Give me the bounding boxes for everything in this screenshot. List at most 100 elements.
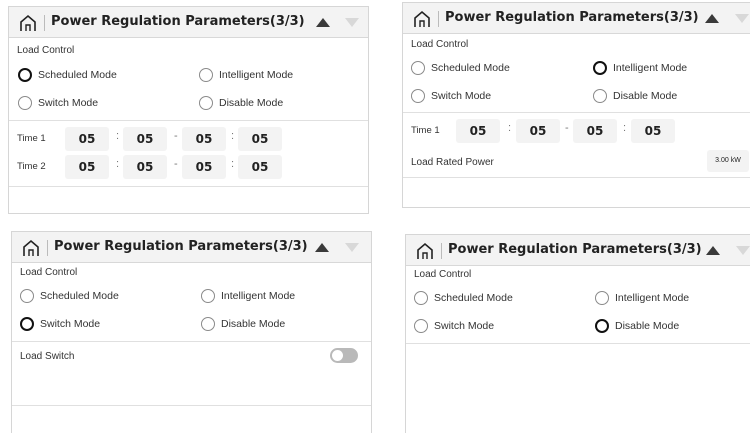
colon-separator: :	[116, 130, 120, 142]
radio-circle-icon	[593, 89, 607, 103]
home-icon[interactable]	[19, 14, 37, 32]
panel-header: Power Regulation Parameters(3/3)	[12, 232, 371, 263]
toggle-knob	[332, 350, 343, 361]
colon-separator: :	[116, 158, 120, 170]
dash-separator: -	[174, 130, 178, 142]
page-title: Power Regulation Parameters(3/3)	[51, 14, 305, 29]
home-icon[interactable]	[22, 239, 40, 257]
radio-circle-icon	[411, 61, 425, 75]
panel-header: Power Regulation Parameters(3/3)	[403, 3, 750, 34]
time-row-2: Time 2 05 : 05 - 05 : 05	[9, 155, 368, 179]
load-control-label: Load Control	[414, 269, 472, 280]
load-control-label: Load Control	[411, 39, 469, 50]
colon-separator: :	[508, 122, 512, 134]
start-minute-field[interactable]: 05	[123, 127, 167, 151]
radio-circle-icon	[199, 68, 213, 82]
start-minute-field[interactable]: 05	[123, 155, 167, 179]
panel-header: Power Regulation Parameters(3/3)	[9, 7, 368, 38]
divider	[9, 186, 368, 187]
radio-circle-icon	[201, 317, 215, 331]
radio-circle-icon	[18, 68, 32, 82]
radio-disable-mode[interactable]: Disable Mode	[595, 318, 679, 334]
radio-circle-icon	[201, 289, 215, 303]
radio-switch-mode[interactable]: Switch Mode	[414, 318, 494, 334]
arrow-down-icon	[735, 14, 749, 23]
radio-circle-icon	[414, 291, 428, 305]
radio-disable-mode[interactable]: Disable Mode	[199, 95, 283, 111]
radio-circle-icon	[593, 61, 607, 75]
start-minute-field[interactable]: 05	[516, 119, 560, 143]
radio-intelligent-mode[interactable]: Intelligent Mode	[199, 67, 293, 83]
load-switch-label: Load Switch	[20, 351, 75, 362]
panel-scheduled-mode: Power Regulation Parameters(3/3) Load Co…	[8, 6, 369, 214]
radio-circle-icon	[20, 289, 34, 303]
arrow-down-icon	[345, 243, 359, 252]
radio-circle-icon	[414, 319, 428, 333]
time-label: Time 1	[411, 125, 440, 136]
divider	[406, 343, 750, 344]
radio-intelligent-mode[interactable]: Intelligent Mode	[593, 60, 687, 76]
end-hour-field[interactable]: 05	[573, 119, 617, 143]
end-minute-field[interactable]: 05	[238, 127, 282, 151]
divider	[12, 405, 371, 406]
home-icon[interactable]	[413, 10, 431, 28]
divider	[403, 177, 750, 178]
time-label: Time 2	[17, 161, 46, 172]
start-hour-field[interactable]: 05	[65, 155, 109, 179]
radio-disable-mode[interactable]: Disable Mode	[201, 316, 285, 332]
arrow-down-icon	[345, 18, 359, 27]
page-title: Power Regulation Parameters(3/3)	[445, 10, 699, 25]
divider	[403, 112, 750, 113]
arrow-up-icon[interactable]	[316, 18, 330, 27]
radio-intelligent-mode[interactable]: Intelligent Mode	[595, 290, 689, 306]
time-label: Time 1	[17, 133, 46, 144]
panel-switch-mode: Power Regulation Parameters(3/3) Load Co…	[11, 231, 372, 433]
panel-intelligent-mode: Power Regulation Parameters(3/3) Load Co…	[402, 2, 750, 208]
arrow-down-icon	[736, 246, 750, 255]
load-control-label: Load Control	[17, 45, 75, 56]
start-hour-field[interactable]: 05	[456, 119, 500, 143]
load-control-label: Load Control	[20, 267, 78, 278]
radio-circle-icon	[595, 319, 609, 333]
dash-separator: -	[174, 158, 178, 170]
dash-separator: -	[565, 122, 569, 134]
time-row-1: Time 1 05 : 05 - 05 : 05	[9, 127, 368, 151]
time-row-1: Time 1 05 : 05 - 05 : 05	[403, 119, 750, 143]
radio-disable-mode[interactable]: Disable Mode	[593, 88, 677, 104]
radio-switch-mode[interactable]: Switch Mode	[20, 316, 100, 332]
radio-circle-icon	[20, 317, 34, 331]
radio-scheduled-mode[interactable]: Scheduled Mode	[20, 288, 119, 304]
page-title: Power Regulation Parameters(3/3)	[448, 242, 702, 257]
divider	[9, 120, 368, 121]
end-minute-field[interactable]: 05	[631, 119, 675, 143]
colon-separator: :	[231, 158, 235, 170]
load-rated-power-label: Load Rated Power	[411, 157, 494, 168]
panel-disable-mode: Power Regulation Parameters(3/3) Load Co…	[405, 234, 750, 433]
radio-intelligent-mode[interactable]: Intelligent Mode	[201, 288, 295, 304]
radio-scheduled-mode[interactable]: Scheduled Mode	[18, 67, 117, 83]
end-hour-field[interactable]: 05	[182, 155, 226, 179]
divider	[12, 341, 371, 342]
home-icon[interactable]	[416, 242, 434, 260]
radio-switch-mode[interactable]: Switch Mode	[411, 88, 491, 104]
radio-switch-mode[interactable]: Switch Mode	[18, 95, 98, 111]
header-separator	[441, 243, 442, 259]
radio-circle-icon	[595, 291, 609, 305]
start-hour-field[interactable]: 05	[65, 127, 109, 151]
load-switch-toggle[interactable]	[330, 348, 358, 363]
arrow-up-icon[interactable]	[315, 243, 329, 252]
arrow-up-icon[interactable]	[706, 246, 720, 255]
end-minute-field[interactable]: 05	[238, 155, 282, 179]
end-hour-field[interactable]: 05	[182, 127, 226, 151]
radio-circle-icon	[18, 96, 32, 110]
header-separator	[44, 15, 45, 31]
radio-scheduled-mode[interactable]: Scheduled Mode	[411, 60, 510, 76]
arrow-up-icon[interactable]	[705, 14, 719, 23]
colon-separator: :	[623, 122, 627, 134]
panel-header: Power Regulation Parameters(3/3)	[406, 235, 750, 266]
colon-separator: :	[231, 130, 235, 142]
radio-circle-icon	[199, 96, 213, 110]
page-title: Power Regulation Parameters(3/3)	[54, 239, 308, 254]
radio-scheduled-mode[interactable]: Scheduled Mode	[414, 290, 513, 306]
load-rated-power-field[interactable]: 3.00 kW	[707, 150, 749, 172]
